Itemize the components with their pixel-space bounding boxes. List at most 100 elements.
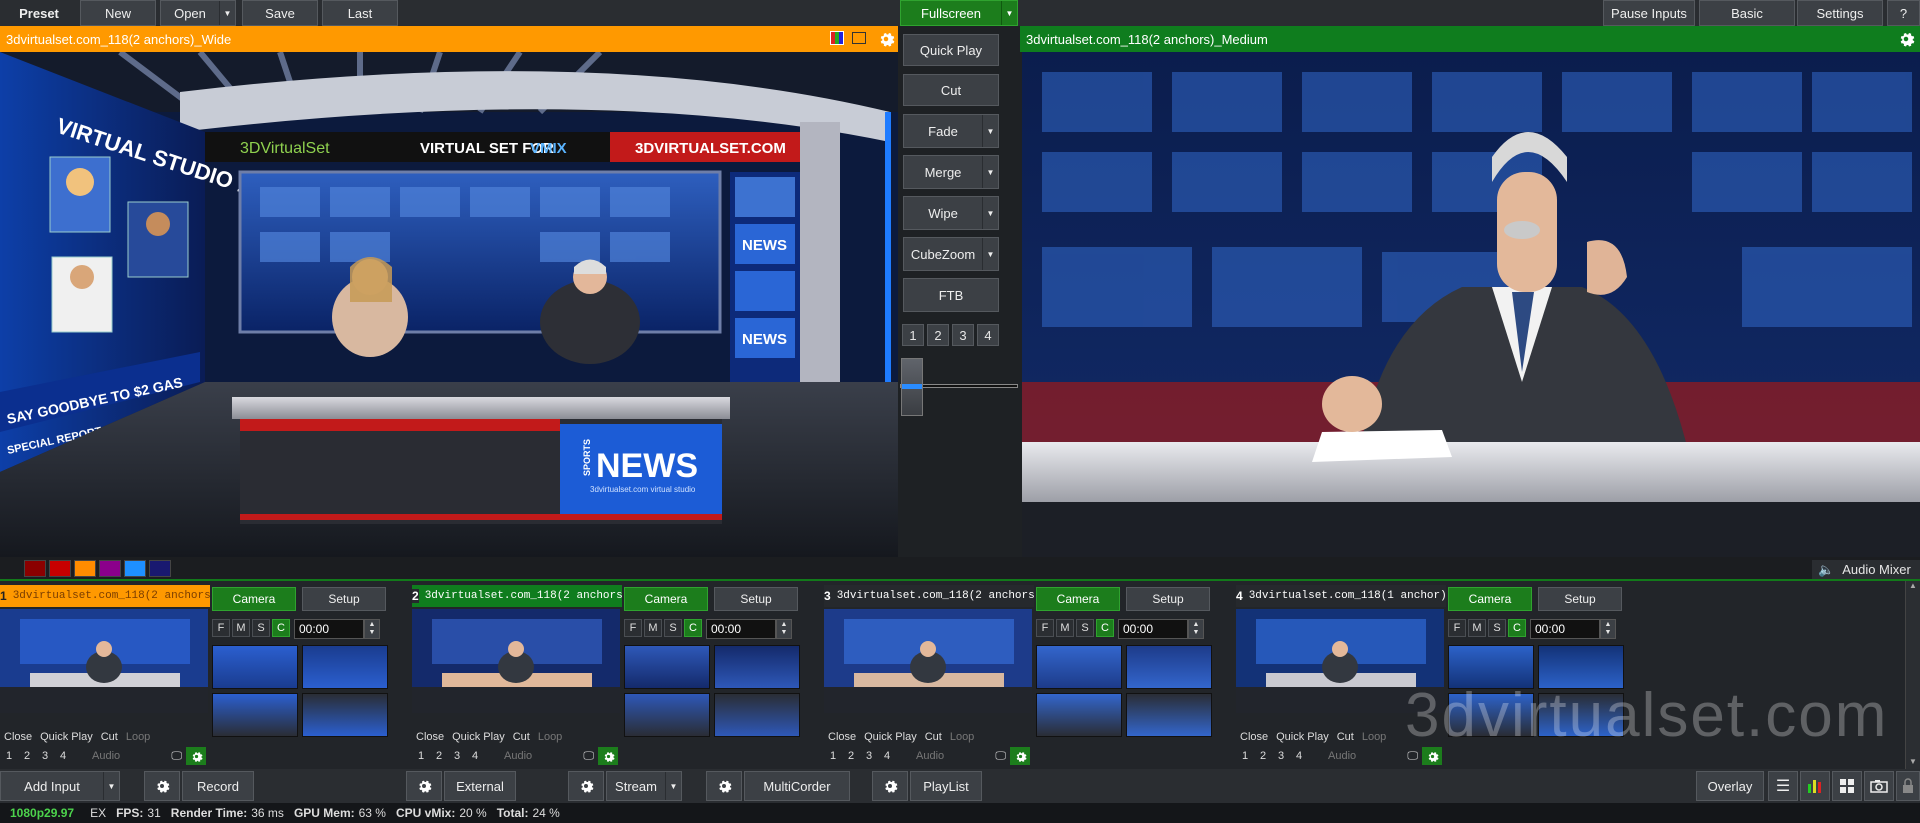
colour-swatch-4[interactable] — [99, 560, 121, 577]
overlay-1-button[interactable]: 1 — [0, 750, 18, 762]
monitor-icon[interactable]: 🖵 — [995, 750, 1006, 763]
time-stepper[interactable]: ▲ ▼ — [364, 619, 380, 639]
overlay-2-button[interactable]: 2 — [842, 750, 860, 762]
input-settings-gear-icon[interactable] — [186, 747, 206, 765]
list-view-icon[interactable]: ☰ — [1768, 771, 1798, 801]
mute-toggle[interactable]: M — [232, 619, 250, 637]
fade-audio-toggle[interactable]: F — [212, 619, 230, 637]
ftb-button[interactable]: FTB — [903, 278, 999, 312]
fullscreen-dropdown-icon[interactable]: ▼ — [1001, 1, 1017, 25]
input-header[interactable]: 2 3dvirtualset.com_118(2 anchors)_Medium — [412, 585, 622, 607]
colour-swatch-5[interactable] — [124, 560, 146, 577]
camera-button[interactable]: Camera — [624, 587, 708, 611]
overlay-1-button[interactable]: 1 — [824, 750, 842, 762]
input-header[interactable]: 4 3dvirtualset.com_118(1 anchor) — [1236, 585, 1446, 607]
loop-input-button[interactable]: Loop — [122, 731, 154, 743]
loop-input-button[interactable]: Loop — [534, 731, 566, 743]
record-button[interactable]: Record — [182, 771, 254, 801]
setup-button[interactable]: Setup — [302, 587, 386, 611]
close-input-button[interactable]: Close — [824, 731, 860, 743]
camera-button[interactable]: Camera — [212, 587, 296, 611]
audio-meters-icon[interactable] — [1800, 771, 1830, 801]
scroll-up-icon[interactable]: ▲ — [1906, 581, 1920, 593]
sub-thumb-2[interactable] — [714, 645, 800, 689]
lock-icon[interactable] — [1896, 771, 1920, 801]
fade-audio-toggle[interactable]: F — [1448, 619, 1466, 637]
add-input-dropdown-icon[interactable]: ▼ — [103, 772, 119, 800]
input-settings-gear-icon[interactable] — [598, 747, 618, 765]
wipe-button[interactable]: Wipe ▼ — [903, 196, 999, 230]
multicorder-button[interactable]: MultiCorder — [744, 771, 850, 801]
cut-input-button[interactable]: Cut — [1333, 731, 1358, 743]
cut-input-button[interactable]: Cut — [921, 731, 946, 743]
fade-button[interactable]: Fade ▼ — [903, 114, 999, 148]
close-input-button[interactable]: Close — [0, 731, 36, 743]
sub-thumb-4[interactable] — [1126, 693, 1212, 737]
solo-toggle[interactable]: S — [1488, 619, 1506, 637]
overlay-3-button[interactable]: 3 — [36, 750, 54, 762]
overlay-4-button[interactable]: 4 — [1290, 750, 1308, 762]
open-button[interactable]: Open ▼ — [160, 0, 236, 26]
audio-button[interactable]: Audio — [1328, 750, 1356, 762]
input-header[interactable]: 3 3dvirtualset.com_118(2 anchors)_CU — [824, 585, 1034, 607]
transition-4-button[interactable]: 4 — [977, 324, 999, 346]
preview-screen-icon[interactable] — [852, 32, 866, 44]
overlay-3-button[interactable]: 3 — [860, 750, 878, 762]
overlay-4-button[interactable]: 4 — [466, 750, 484, 762]
fade-audio-toggle[interactable]: F — [624, 619, 642, 637]
scroll-down-icon[interactable]: ▼ — [1906, 757, 1920, 769]
input-scrollbar[interactable]: ▲ ▼ — [1905, 581, 1920, 769]
stream-button[interactable]: Stream ▼ — [606, 771, 682, 801]
record-settings-gear-icon[interactable] — [144, 771, 180, 801]
time-stepper[interactable]: ▲ ▼ — [1600, 619, 1616, 639]
audio-button[interactable]: Audio — [504, 750, 532, 762]
overlay-1-button[interactable]: 1 — [1236, 750, 1254, 762]
setup-button[interactable]: Setup — [1538, 587, 1622, 611]
monitor-icon[interactable]: 🖵 — [583, 750, 594, 763]
input-preview-thumb[interactable] — [824, 609, 1032, 713]
sub-thumb-1[interactable] — [624, 645, 710, 689]
preset-button[interactable]: Preset — [0, 0, 78, 26]
fade-audio-toggle[interactable]: F — [1036, 619, 1054, 637]
sub-thumb-4[interactable] — [302, 693, 388, 737]
overlay-1-button[interactable]: 1 — [412, 750, 430, 762]
snapshot-icon[interactable] — [1864, 771, 1894, 801]
program-settings-gear-icon[interactable] — [1896, 28, 1916, 50]
camera-toggle[interactable]: C — [684, 619, 702, 637]
t-bar-handle[interactable] — [901, 358, 923, 416]
quick-play-button[interactable]: Quick Play — [903, 34, 999, 66]
cut-input-button[interactable]: Cut — [97, 731, 122, 743]
add-input-button[interactable]: Add Input ▼ — [0, 771, 120, 801]
sub-thumb-1[interactable] — [1036, 645, 1122, 689]
overlay-3-button[interactable]: 3 — [448, 750, 466, 762]
overlay-3-button[interactable]: 3 — [1272, 750, 1290, 762]
time-stepper[interactable]: ▲ ▼ — [776, 619, 792, 639]
overlay-2-button[interactable]: 2 — [18, 750, 36, 762]
settings-button[interactable]: Settings — [1797, 0, 1883, 26]
transition-3-button[interactable]: 3 — [952, 324, 974, 346]
mute-toggle[interactable]: M — [644, 619, 662, 637]
preview-screen[interactable]: VIRTUAL STUDIO 118 SAY GOODBYE TO $2 GAS… — [0, 52, 898, 557]
time-field[interactable]: 00:00 — [1530, 619, 1600, 639]
audio-button[interactable]: Audio — [92, 750, 120, 762]
overlay-4-button[interactable]: 4 — [878, 750, 896, 762]
solo-toggle[interactable]: S — [1076, 619, 1094, 637]
mute-toggle[interactable]: M — [1468, 619, 1486, 637]
sub-thumb-3[interactable] — [1036, 693, 1122, 737]
camera-toggle[interactable]: C — [1508, 619, 1526, 637]
input-settings-gear-icon[interactable] — [1010, 747, 1030, 765]
preview-settings-gear-icon[interactable] — [876, 28, 896, 50]
open-dropdown-icon[interactable]: ▼ — [219, 1, 235, 25]
stream-dropdown-icon[interactable]: ▼ — [665, 772, 681, 800]
fullscreen-button[interactable]: Fullscreen ▼ — [900, 0, 1018, 26]
solo-toggle[interactable]: S — [252, 619, 270, 637]
multicorder-settings-gear-icon[interactable] — [706, 771, 742, 801]
audio-mixer-button[interactable]: 🔈 Audio Mixer — [1812, 560, 1920, 579]
external-button[interactable]: External — [444, 771, 516, 801]
external-settings-gear-icon[interactable] — [406, 771, 442, 801]
time-field[interactable]: 00:00 — [706, 619, 776, 639]
setup-button[interactable]: Setup — [714, 587, 798, 611]
monitor-icon[interactable]: 🖵 — [1407, 750, 1418, 763]
overlay-2-button[interactable]: 2 — [1254, 750, 1272, 762]
basic-button[interactable]: Basic — [1699, 0, 1795, 26]
